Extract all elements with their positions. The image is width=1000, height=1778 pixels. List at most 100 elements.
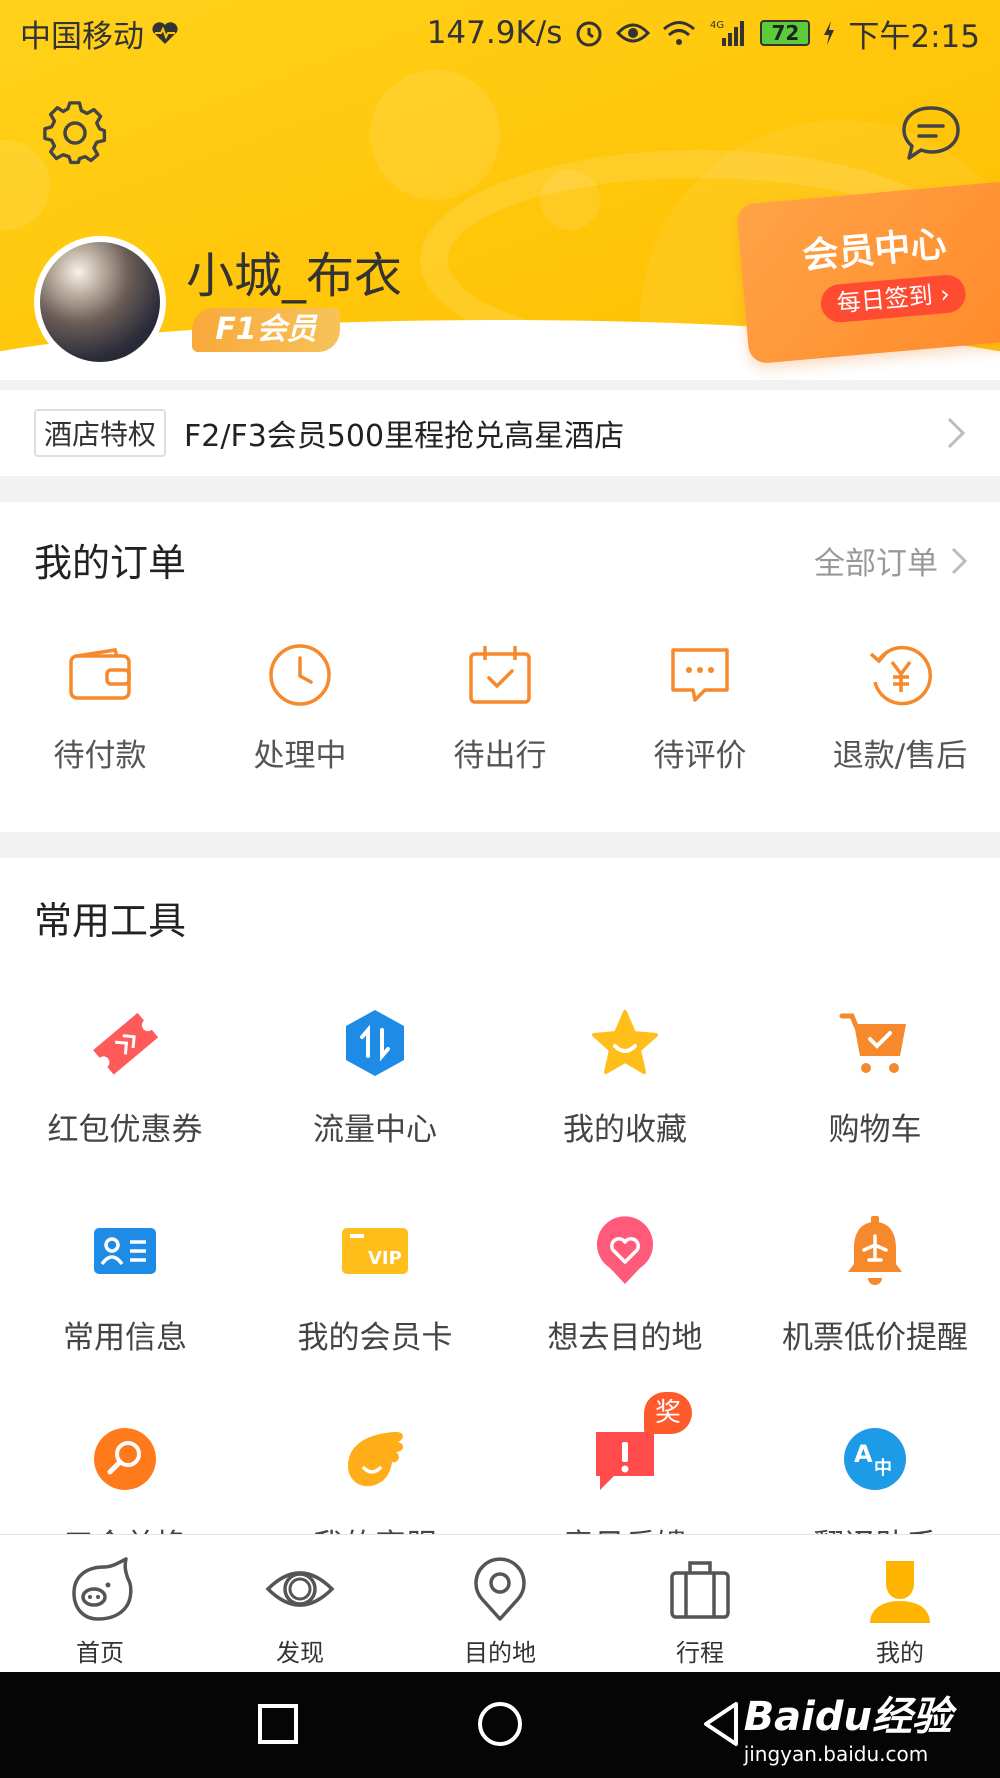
network-speed: 147.9K/s [426, 15, 563, 51]
alarm-icon [576, 21, 602, 47]
settings-gear-icon[interactable] [42, 100, 108, 166]
tool-label: 想去目的地 [547, 1320, 703, 1356]
tool-label: 翻译助手 [750, 1520, 1000, 1534]
order-label: 待评价 [653, 738, 747, 774]
tools-title: 常用工具 [34, 899, 187, 943]
svg-text:4G: 4G [710, 20, 724, 31]
all-orders-label: 全部订单 [814, 546, 938, 582]
tab-label: 我的 [876, 1639, 924, 1667]
tool-data-center[interactable]: 流量中心 [250, 1006, 500, 1149]
tool-coupon[interactable]: 红包优惠券 [0, 1006, 250, 1149]
order-label: 处理中 [253, 738, 347, 774]
chevron-right-icon [951, 547, 968, 574]
tab-destination[interactable]: 目的地 [400, 1553, 600, 1668]
data-traffic-icon [346, 1010, 404, 1076]
discover-eye-icon [265, 1571, 335, 1607]
member-center-title: 会员中心 [800, 223, 949, 278]
svg-text:中: 中 [874, 1457, 892, 1479]
privilege-text: F2/F3会员500里程抢兑高星酒店 [184, 419, 625, 454]
tab-label: 发现 [276, 1639, 324, 1667]
battery-indicator: 72 [760, 20, 811, 46]
tool-label: 购物车 [828, 1112, 922, 1148]
charging-icon [824, 21, 835, 45]
location-pin-icon [474, 1557, 526, 1621]
tool-label: 口令兑换 [0, 1520, 250, 1534]
tab-label: 行程 [676, 1639, 724, 1667]
my-orders-section: 我的订单 全部订单 待付款 处理中 待出行 待评价 退款/售后 [0, 502, 1000, 832]
signal-4g-icon: 4G [710, 20, 745, 46]
recent-apps-icon[interactable] [248, 1694, 308, 1754]
contact-card-icon [94, 1228, 156, 1274]
tab-discover[interactable]: 发现 [200, 1553, 400, 1668]
tab-home[interactable]: 首页 [0, 1553, 200, 1668]
eye-care-icon [616, 23, 651, 43]
order-upcoming-trip[interactable]: 待出行 [400, 640, 600, 775]
calendar-check-icon [469, 646, 531, 704]
svg-text:A: A [854, 1440, 873, 1468]
system-navigation-bar: Baidu经验 jingyan.baidu.com [0, 1672, 1000, 1778]
heart-pin-icon [597, 1216, 653, 1284]
baidu-watermark: Baidu经验 jingyan.baidu.com [744, 1684, 952, 1766]
coupon-icon [93, 1012, 159, 1075]
tool-label: 意见反馈 [500, 1520, 750, 1534]
tool-label: 红包优惠券 [47, 1112, 203, 1148]
star-icon [592, 1010, 658, 1074]
message-icon[interactable] [900, 104, 962, 162]
tool-member-card[interactable]: VIP 我的会员卡 [250, 1214, 500, 1357]
carrier-name: 中国移动 [20, 18, 144, 55]
privilege-tag: 酒店特权 [34, 409, 167, 457]
svg-text:VIP: VIP [368, 1248, 402, 1269]
tab-label: 首页 [76, 1639, 124, 1667]
tool-label: 常用信息 [63, 1320, 187, 1356]
daily-checkin-label: 每日签到 [835, 281, 934, 318]
watermark-url: jingyan.baidu.com [743, 1742, 929, 1766]
clock-time: 下午2:15 [848, 18, 980, 55]
tool-feedback[interactable]: 奖 意见反馈 [500, 1392, 750, 1534]
user-name[interactable]: 小城_布衣 [186, 236, 402, 306]
order-to-review[interactable]: 待评价 [600, 640, 800, 775]
tool-favorites[interactable]: 我的收藏 [500, 1006, 750, 1149]
tool-label: 流量中心 [313, 1112, 437, 1148]
daily-checkin-button[interactable]: 每日签到 › [819, 273, 968, 324]
tool-translate[interactable]: A 中 翻译助手 [750, 1422, 1000, 1534]
tool-wish-destination[interactable]: 想去目的地 [500, 1214, 750, 1357]
status-bar: 中国移动 147.9K/s 4G 72 下午2:15 [0, 0, 1000, 66]
home-circle-icon[interactable] [470, 1694, 530, 1754]
tool-code-redeem[interactable]: 口令兑换 [0, 1422, 250, 1534]
wifi-icon [663, 21, 696, 45]
order-label: 退款/售后 [832, 738, 968, 774]
all-orders-link[interactable]: 全部订单 [814, 538, 968, 583]
clock-icon [269, 644, 331, 706]
order-label: 待付款 [53, 738, 147, 774]
tool-label: 机票低价提醒 [782, 1320, 968, 1356]
flight-bell-icon [848, 1216, 902, 1285]
watermark-brand: Baidu经验 [743, 1694, 952, 1740]
award-badge: 奖 [644, 1392, 692, 1434]
member-center-card[interactable]: 会员中心 每日签到 › [736, 180, 1000, 365]
avatar[interactable] [34, 236, 166, 368]
refund-yen-icon [869, 645, 932, 706]
tab-me[interactable]: 我的 [800, 1553, 1000, 1668]
tab-itinerary[interactable]: 行程 [600, 1553, 800, 1668]
order-pending-payment[interactable]: 待付款 [0, 640, 200, 775]
tab-label: 目的地 [464, 1639, 536, 1667]
tool-customer-service[interactable]: 我的客服 [250, 1422, 500, 1534]
hotel-privilege-banner[interactable]: 酒店特权 F2/F3会员500里程抢兑高星酒店 [0, 390, 1000, 476]
tool-cart[interactable]: 购物车 [750, 1006, 1000, 1149]
wallet-icon [69, 648, 131, 700]
profile-header: 中国移动 147.9K/s 4G 72 下午2:15 小城_布衣 F1会员 会员… [0, 0, 1000, 380]
chevron-right-icon: › [939, 279, 952, 309]
order-refund[interactable]: 退款/售后 [800, 640, 1000, 775]
tool-label: 我的收藏 [563, 1112, 687, 1148]
common-tools-section: 常用工具 红包优惠券 流量中心 我的收藏 购物车 常用信息 VIP 我的会员卡 … [0, 858, 1000, 1534]
search-key-icon [94, 1428, 156, 1490]
member-level-badge[interactable]: F1会员 [192, 308, 340, 352]
tool-label: 我的会员卡 [297, 1320, 453, 1356]
tool-fare-alert[interactable]: 机票低价提醒 [750, 1214, 1000, 1357]
pig-home-icon [72, 1557, 133, 1621]
orders-title: 我的订单 [34, 541, 187, 585]
tool-common-info[interactable]: 常用信息 [0, 1214, 250, 1357]
order-processing[interactable]: 处理中 [200, 640, 400, 775]
cart-icon [839, 1013, 906, 1073]
suitcase-icon [670, 1561, 730, 1619]
